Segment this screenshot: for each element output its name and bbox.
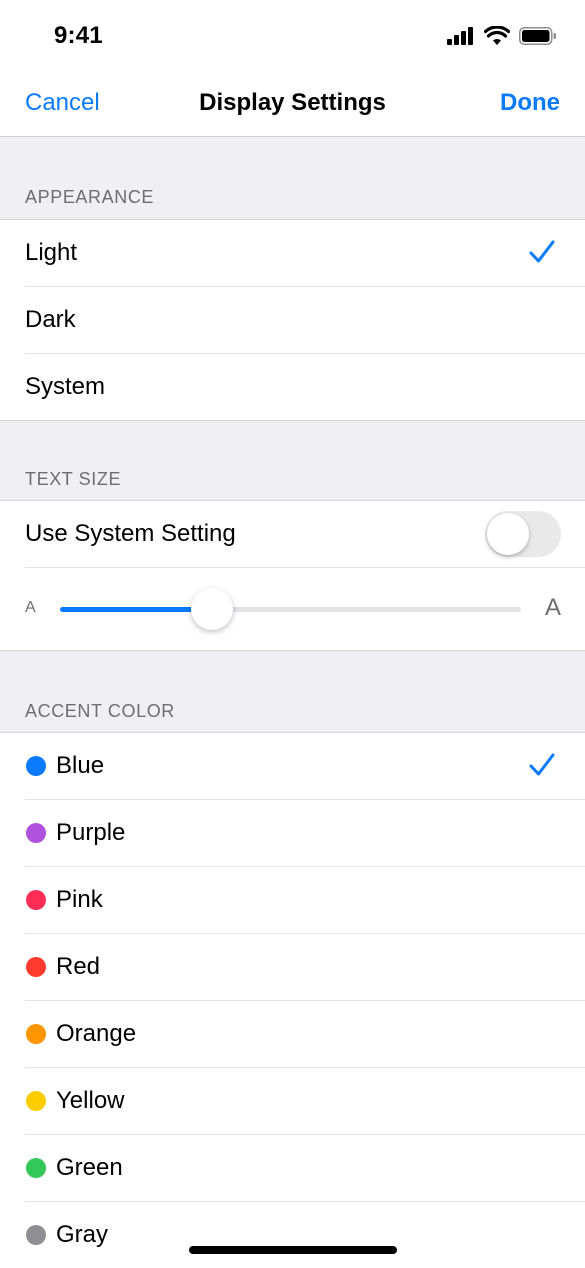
accent-option-pink[interactable]: Pink [25, 867, 585, 934]
color-swatch [26, 1225, 46, 1245]
large-text-icon: A [544, 594, 561, 621]
appearance-option-light[interactable]: Light [25, 220, 585, 287]
color-swatch [26, 823, 46, 843]
use-system-setting-label: Use System Setting [25, 520, 236, 547]
battery-icon [519, 26, 556, 45]
accent-option-blue[interactable]: Blue [25, 733, 585, 800]
status-icons [447, 26, 557, 45]
checkmark-icon [529, 240, 555, 263]
slider-thumb[interactable] [191, 588, 234, 630]
appearance-option-label: System [25, 373, 106, 400]
slider-fill [60, 607, 213, 612]
small-text-icon: A [25, 599, 36, 616]
appearance-option-dark[interactable]: Dark [25, 287, 585, 354]
appearance-group: Light Dark System [0, 219, 585, 421]
text-size-slider[interactable] [60, 588, 521, 630]
toggle-knob [487, 513, 529, 555]
color-swatch [26, 957, 46, 977]
color-swatch [26, 890, 46, 910]
navigation-bar: Cancel Display Settings Done [0, 72, 585, 137]
text-size-slider-row: A A [25, 568, 585, 650]
accent-color-group: Blue Purple Pink Red Orange Yellow Green… [0, 732, 585, 1268]
accent-option-label: Green [56, 1154, 123, 1181]
appearance-option-system[interactable]: System [25, 354, 585, 420]
accent-option-label: Pink [56, 886, 103, 913]
color-swatch [26, 1158, 46, 1178]
accent-color-section-header: ACCENT COLOR [25, 701, 175, 721]
color-swatch [26, 1091, 46, 1111]
accent-option-yellow[interactable]: Yellow [25, 1068, 585, 1135]
page-title: Display Settings [199, 89, 386, 116]
color-swatch [26, 1024, 46, 1044]
text-size-group: Use System Setting A A [0, 500, 585, 651]
done-button[interactable]: Done [500, 89, 560, 117]
accent-option-label: Purple [56, 819, 126, 846]
appearance-section-header: APPEARANCE [25, 187, 155, 207]
use-system-setting-row: Use System Setting [25, 501, 585, 568]
accent-option-label: Red [56, 953, 101, 980]
accent-option-gray[interactable]: Gray [25, 1202, 585, 1268]
home-indicator [189, 1246, 397, 1254]
cellular-signal-icon [447, 26, 473, 45]
accent-option-label: Gray [56, 1221, 109, 1248]
appearance-option-label: Light [25, 239, 78, 266]
text-size-section-header: TEXT SIZE [25, 469, 122, 489]
use-system-setting-toggle[interactable] [485, 511, 561, 557]
accent-option-red[interactable]: Red [25, 934, 585, 1001]
appearance-option-label: Dark [25, 306, 76, 333]
accent-option-label: Orange [56, 1020, 137, 1047]
accent-option-purple[interactable]: Purple [25, 800, 585, 867]
accent-option-orange[interactable]: Orange [25, 1001, 585, 1068]
wifi-icon [484, 26, 510, 45]
accent-option-label: Blue [56, 752, 105, 779]
accent-option-green[interactable]: Green [25, 1135, 585, 1202]
accent-option-label: Yellow [56, 1087, 125, 1114]
status-bar: 9:41 [0, 0, 585, 72]
status-time: 9:41 [54, 22, 103, 49]
checkmark-icon [529, 753, 555, 776]
color-swatch [26, 756, 46, 776]
